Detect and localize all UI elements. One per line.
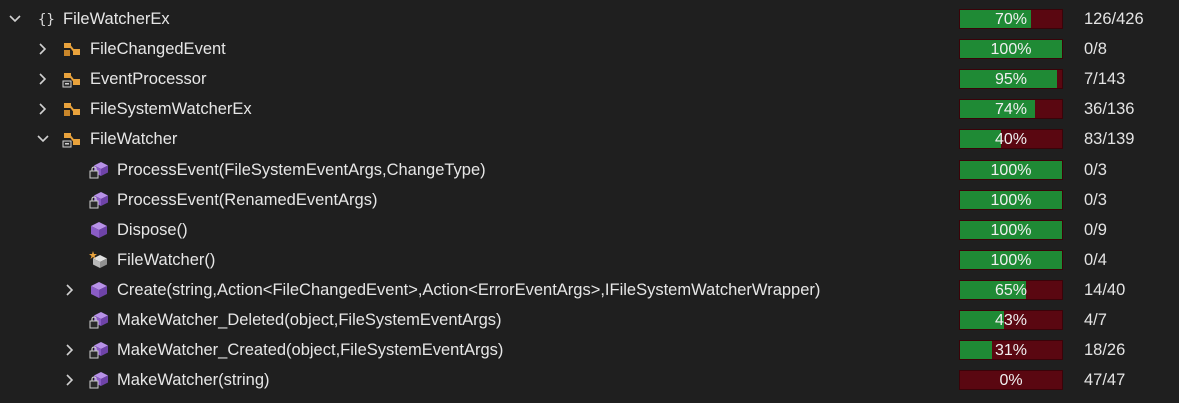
- method-icon: [89, 281, 109, 299]
- constructor-icon: [89, 250, 109, 269]
- coverage-bar: 70%: [959, 9, 1063, 29]
- uncovered-count: 0/4: [1084, 250, 1107, 269]
- private-method-icon: [89, 341, 109, 359]
- private-method-icon: [89, 371, 109, 389]
- coverage-percent: 95%: [994, 71, 1028, 89]
- uncovered-count: 0/3: [1084, 190, 1107, 209]
- tree-item-label: FileChangedEvent: [90, 40, 226, 59]
- coverage-percent: 43%: [994, 312, 1028, 329]
- tree-row[interactable]: MakeWatcher_Deleted(object,FileSystemEve…: [0, 305, 1179, 335]
- chevron-right-icon[interactable]: [63, 283, 77, 297]
- uncovered-count: 36/136: [1084, 100, 1135, 119]
- tree-row[interactable]: MakeWatcher_Created(object,FileSystemEve…: [0, 335, 1179, 365]
- chevron-right-icon[interactable]: [36, 72, 50, 86]
- tree-row[interactable]: Dispose() 100% 0/9: [0, 215, 1179, 245]
- uncovered-count: 47/47: [1084, 371, 1126, 390]
- coverage-bar: 0%: [959, 370, 1063, 391]
- coverage-bar: 100%: [959, 219, 1063, 240]
- private-method-icon: [89, 311, 109, 329]
- uncovered-count: 0/3: [1084, 160, 1107, 179]
- coverage-bar: 100%: [959, 249, 1063, 270]
- tree-item-label: FileWatcher: [90, 130, 178, 149]
- tree-row[interactable]: FileChangedEvent 100% 0/8: [0, 34, 1179, 64]
- coverage-bar: 100%: [959, 189, 1063, 210]
- coverage-percent: 100%: [990, 161, 1032, 179]
- class-icon: [62, 100, 82, 118]
- chevron-down-icon[interactable]: [36, 132, 50, 146]
- tree-item-label: FileSystemWatcherEx: [90, 100, 252, 119]
- coverage-percent: 70%: [994, 11, 1028, 28]
- chevron-down-icon[interactable]: [8, 12, 22, 26]
- internal-class-icon: [62, 130, 82, 148]
- chevron-right-icon[interactable]: [63, 343, 77, 357]
- tree-row[interactable]: MakeWatcher(string) 0% 47/47: [0, 365, 1179, 395]
- chevron-right-icon[interactable]: [36, 102, 50, 116]
- coverage-percent: 100%: [990, 221, 1032, 239]
- coverage-percent: 0%: [999, 372, 1023, 390]
- tree-row[interactable]: EventProcessor 95% 7/143: [0, 64, 1179, 94]
- coverage-bar: 40%: [959, 129, 1063, 150]
- private-method-icon: [89, 161, 109, 179]
- tree-item-label: MakeWatcher(string): [117, 371, 270, 390]
- coverage-percent: 74%: [994, 101, 1028, 119]
- class-icon: [62, 40, 82, 58]
- coverage-bar: 43%: [959, 310, 1063, 330]
- coverage-percent: 31%: [994, 342, 1028, 360]
- tree-item-label: MakeWatcher_Deleted(object,FileSystemEve…: [117, 311, 502, 329]
- coverage-percent: 65%: [994, 281, 1028, 299]
- uncovered-count: 14/40: [1084, 280, 1126, 299]
- coverage-percent: 40%: [994, 131, 1028, 149]
- coverage-percent: 100%: [990, 251, 1032, 269]
- tree-item-label: FileWatcher(): [117, 250, 216, 269]
- uncovered-count: 18/26: [1084, 341, 1126, 360]
- coverage-bar: 95%: [959, 69, 1063, 90]
- tree-item-label: Dispose(): [117, 220, 188, 239]
- uncovered-count: 0/8: [1084, 40, 1107, 59]
- internal-class-icon: [62, 70, 82, 88]
- tree-row[interactable]: {} FileWatcherEx 70% 126/426: [0, 4, 1179, 34]
- coverage-bar: 31%: [959, 340, 1063, 361]
- coverage-bar: 65%: [959, 279, 1063, 300]
- tree-item-label: ProcessEvent(FileSystemEventArgs,ChangeT…: [117, 160, 486, 179]
- tree-row[interactable]: Create(string,Action<FileChangedEvent>,A…: [0, 275, 1179, 305]
- coverage-bar: 100%: [959, 159, 1063, 180]
- coverage-percent: 100%: [990, 41, 1032, 59]
- tree-row[interactable]: ProcessEvent(RenamedEventArgs) 100% 0/3: [0, 185, 1179, 215]
- svg-text:{}: {}: [38, 12, 55, 28]
- coverage-percent: 100%: [990, 191, 1032, 209]
- tree-row[interactable]: FileSystemWatcherEx 74% 36/136: [0, 94, 1179, 124]
- tree-row[interactable]: ProcessEvent(FileSystemEventArgs,ChangeT…: [0, 155, 1179, 185]
- tree-row[interactable]: FileWatcher() 100% 0/4: [0, 245, 1179, 275]
- tree-item-label: MakeWatcher_Created(object,FileSystemEve…: [117, 341, 504, 360]
- namespace-icon: {}: [36, 10, 56, 28]
- uncovered-count: 4/7: [1084, 311, 1107, 329]
- tree-item-label: Create(string,Action<FileChangedEvent>,A…: [117, 280, 821, 299]
- chevron-right-icon[interactable]: [63, 373, 77, 387]
- coverage-tree: {} FileWatcherEx 70% 126/426 FileChangedEven…: [0, 0, 1179, 403]
- method-icon: [89, 221, 109, 239]
- coverage-bar: 100%: [959, 39, 1063, 60]
- tree-item-label: FileWatcherEx: [63, 10, 170, 28]
- private-method-icon: [89, 191, 109, 209]
- tree-item-label: ProcessEvent(RenamedEventArgs): [117, 190, 378, 209]
- uncovered-count: 7/143: [1084, 70, 1126, 89]
- tree-item-label: EventProcessor: [90, 70, 207, 89]
- uncovered-count: 0/9: [1084, 220, 1107, 239]
- tree-row[interactable]: FileWatcher 40% 83/139: [0, 124, 1179, 154]
- uncovered-count: 83/139: [1084, 130, 1135, 149]
- chevron-right-icon[interactable]: [36, 42, 50, 56]
- uncovered-count: 126/426: [1084, 10, 1144, 28]
- coverage-bar: 74%: [959, 99, 1063, 120]
